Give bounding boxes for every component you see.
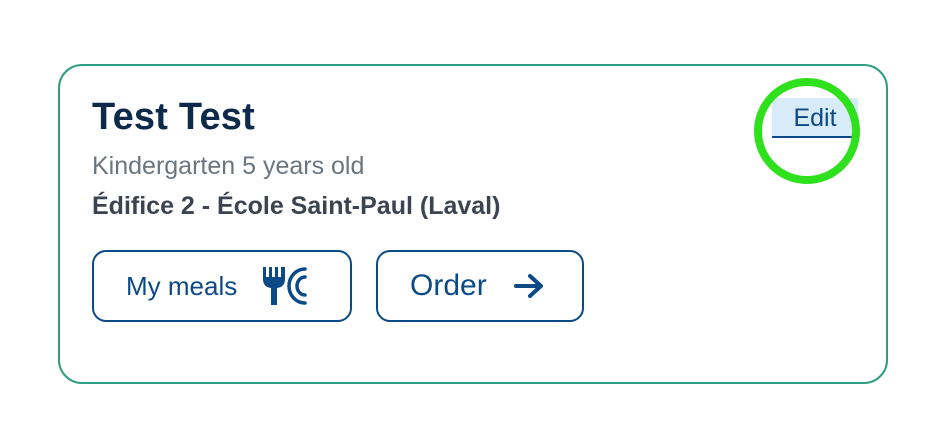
fork-and-plate-icon: [261, 265, 309, 307]
student-name: Test Test: [92, 96, 255, 138]
fork-and-plate-icon-svg: [263, 267, 307, 305]
my-meals-button[interactable]: My meals: [92, 250, 352, 322]
order-button[interactable]: Order: [376, 250, 584, 322]
edit-button[interactable]: Edit: [772, 98, 858, 138]
my-meals-label: My meals: [126, 270, 238, 301]
student-card: Test Test Kindergarten 5 years old Édifi…: [58, 64, 888, 384]
arrow-right-icon-svg: [513, 274, 543, 298]
order-label: Order: [410, 269, 487, 302]
arrow-right-icon: [513, 272, 545, 300]
student-school: Édifice 2 - École Saint-Paul (Laval): [92, 192, 501, 220]
student-grade: Kindergarten 5 years old: [92, 152, 365, 180]
